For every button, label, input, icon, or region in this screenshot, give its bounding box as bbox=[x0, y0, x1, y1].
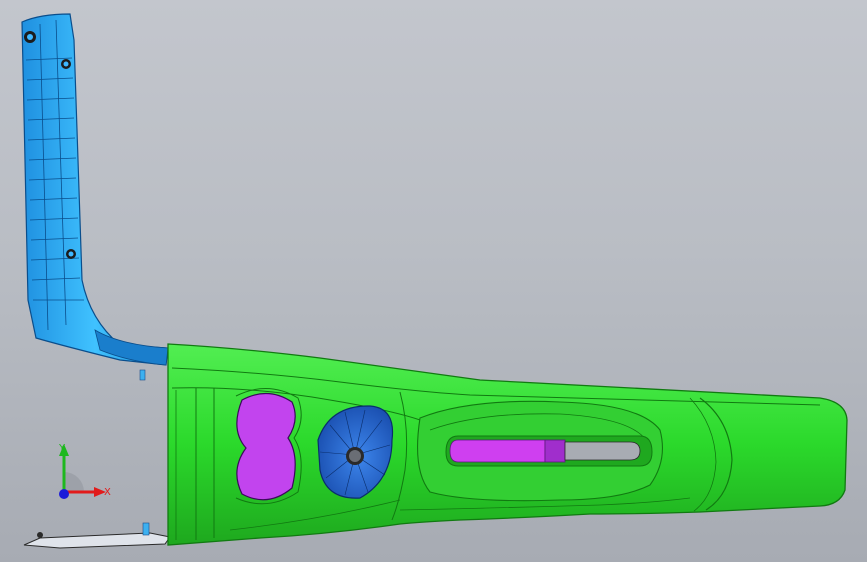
cupholder[interactable] bbox=[235, 387, 302, 505]
shifter-slot[interactable] bbox=[445, 435, 653, 467]
cad-viewport[interactable]: Y X bbox=[0, 0, 867, 562]
origin-axis-marker bbox=[59, 489, 69, 499]
mounting-bolt-middle[interactable] bbox=[61, 59, 71, 69]
locator-pin[interactable] bbox=[139, 369, 146, 381]
y-axis-label: Y bbox=[58, 443, 66, 454]
console-assembly-model[interactable] bbox=[0, 0, 867, 562]
x-axis-label: X bbox=[104, 487, 111, 498]
side-trim-panel[interactable] bbox=[21, 13, 169, 366]
bottom-bracket[interactable] bbox=[23, 522, 171, 549]
mounting-bolt-top[interactable] bbox=[24, 31, 36, 43]
orientation-triad: Y X bbox=[58, 443, 111, 499]
mounting-bolt-lower[interactable] bbox=[66, 249, 76, 259]
